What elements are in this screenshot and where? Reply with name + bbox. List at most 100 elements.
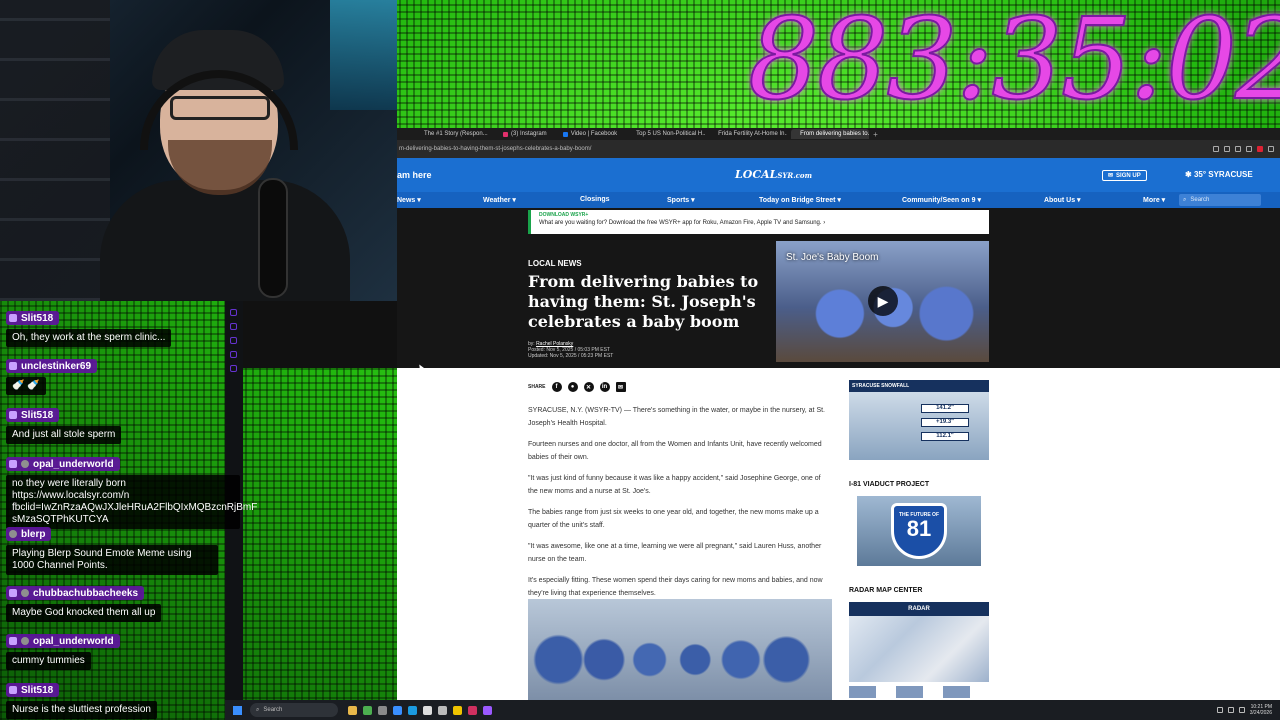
radar-label: RADAR <box>849 602 989 616</box>
profile-icon[interactable] <box>1246 146 1252 152</box>
app-icon[interactable] <box>468 705 477 715</box>
app-icon[interactable] <box>423 705 432 715</box>
search-input[interactable]: ⌕ Search <box>1179 194 1261 206</box>
taskbar-search[interactable]: ⌕ Search <box>250 703 338 717</box>
i81-promo-image[interactable]: THE FUTURE OF 81 <box>857 496 981 566</box>
badge-icon <box>21 637 29 645</box>
radar-map[interactable]: RADAR <box>849 602 989 682</box>
strip-icon[interactable] <box>230 337 237 344</box>
browser-tab[interactable]: The #1 Story (Respon... <box>415 129 493 139</box>
interstate-shield-icon: THE FUTURE OF 81 <box>891 503 947 559</box>
webcam-feed <box>0 0 397 301</box>
app-promo-banner[interactable]: DOWNLOAD WSYR+ What are you waiting for?… <box>528 210 989 234</box>
nav-closings[interactable]: Closings <box>580 196 610 203</box>
new-tab-icon[interactable]: + <box>873 130 878 139</box>
badge-icon <box>21 460 29 468</box>
strip-icon[interactable] <box>230 309 237 316</box>
username-text: Slit518 <box>21 684 54 696</box>
tab-label: Top 5 US Non-Political H... <box>636 131 706 137</box>
chat-message: chubbachubbacheeks Maybe God knocked the… <box>6 584 162 622</box>
microphone <box>258 178 288 298</box>
extension-icon[interactable] <box>1224 146 1230 152</box>
app-icon[interactable] <box>378 705 387 715</box>
article-byline: by: Rachel Polansky Posted: Nov 5, 2025 … <box>528 341 613 359</box>
network-icon[interactable] <box>1227 707 1234 713</box>
x-icon[interactable]: ✕ <box>583 382 594 392</box>
volume-icon[interactable] <box>1238 707 1245 713</box>
weather-text: 35° SYRACUSE <box>1193 170 1253 179</box>
signup-button[interactable]: ✉ SIGN UP <box>1102 170 1147 181</box>
strip-icon[interactable] <box>230 323 237 330</box>
chat-gap <box>243 301 397 368</box>
nav-bridge-street[interactable]: Today on Bridge Street ▾ <box>759 196 841 204</box>
nav-community[interactable]: Community/Seen on 9 ▾ <box>902 196 981 204</box>
app-icon[interactable] <box>483 705 492 715</box>
email-icon[interactable]: ✉ <box>615 382 626 392</box>
browser-tab[interactable]: From delivering babies to... <box>791 129 870 139</box>
xbox-icon[interactable] <box>363 705 372 715</box>
chat-username[interactable]: Slit518 <box>6 311 60 325</box>
nav-sports[interactable]: Sports ▾ <box>667 196 695 204</box>
badge-icon <box>9 362 17 370</box>
radar-heading: RADAR MAP CENTER <box>849 587 923 594</box>
header-promo[interactable]: am here <box>397 170 432 180</box>
bookmark-icon[interactable] <box>1213 146 1219 152</box>
chat-username[interactable]: opal_underworld <box>6 457 120 471</box>
radar-thumbnail[interactable] <box>896 686 923 698</box>
chat-username[interactable]: Slit518 <box>6 683 60 697</box>
url-text[interactable]: m-delivering-babies-to-having-them-st-jo… <box>399 146 591 152</box>
steam-icon[interactable] <box>408 705 417 715</box>
snowfall-ad[interactable]: SYRACUSE SNOWFALL 141.2" +19.3" 112.1" <box>849 380 989 460</box>
folder-icon[interactable] <box>348 705 357 715</box>
adblock-icon[interactable] <box>1257 146 1263 152</box>
chat-text: Playing Blerp Sound Emote Meme using 100… <box>6 545 218 575</box>
radar-thumbnails <box>849 686 970 698</box>
tab-bar: The #1 Story (Respon... (3) Instagram Vide… <box>397 128 1280 140</box>
favicon-icon <box>562 131 568 137</box>
username-text: opal_underworld <box>33 635 114 647</box>
start-icon[interactable] <box>233 705 242 715</box>
nav-weather[interactable]: Weather ▾ <box>483 196 516 204</box>
strip-icon[interactable] <box>230 351 237 358</box>
menu-icon[interactable] <box>1268 146 1274 152</box>
address-bar[interactable]: m-delivering-babies-to-having-them-st-jo… <box>397 140 1280 158</box>
article-headline: From delivering babies to having them: S… <box>528 272 759 331</box>
reddit-icon[interactable]: ● <box>567 382 578 392</box>
badge-icon <box>9 314 17 322</box>
browser-tab[interactable]: Frida Fertility At-Home In... <box>709 129 787 139</box>
play-icon[interactable]: ▶ <box>868 286 898 316</box>
radar-thumbnail[interactable] <box>849 686 876 698</box>
clock[interactable]: 10:21 PM 3/24/2026 <box>1250 704 1272 716</box>
article-category[interactable]: LOCAL NEWS <box>528 259 582 268</box>
linkedin-icon[interactable]: in <box>599 382 610 392</box>
app-icon[interactable] <box>438 705 447 715</box>
chat-username[interactable]: Slit518 <box>6 408 60 422</box>
chevron-up-icon[interactable] <box>1216 707 1223 713</box>
chat-username[interactable]: chubbachubbacheeks <box>6 586 145 600</box>
nav-news[interactable]: News ▾ <box>397 196 421 204</box>
nav-more[interactable]: More ▾ <box>1143 196 1165 204</box>
system-tray: 10:21 PM 3/24/2026 <box>1216 704 1280 716</box>
tab-label: Video | Facebook <box>570 131 618 137</box>
chat-username[interactable]: opal_underworld <box>6 634 120 648</box>
article-text: SYRACUSE, N.Y. (WSYR-TV) — There's somet… <box>528 404 828 608</box>
chat-username[interactable]: blerp <box>6 527 52 541</box>
app-icon[interactable] <box>453 705 462 715</box>
article-photo <box>528 599 832 700</box>
nav-about[interactable]: About Us ▾ <box>1044 196 1081 204</box>
video-player[interactable]: St. Joe's Baby Boom ▶ <box>776 241 989 362</box>
strip-icon[interactable] <box>230 365 237 372</box>
weather-widget[interactable]: ✱ 35° SYRACUSE <box>1185 170 1253 179</box>
browser-tab[interactable]: (3) Instagram <box>497 129 553 139</box>
browser-tab[interactable]: Video | Facebook <box>557 129 623 139</box>
download-icon[interactable] <box>1235 146 1241 152</box>
tab-label: From delivering babies to... <box>800 131 870 137</box>
badge-icon <box>9 460 17 468</box>
browser-tab[interactable]: Top 5 US Non-Political H... <box>627 129 705 139</box>
site-logo[interactable]: LOCALSYR.com <box>735 168 812 181</box>
edge-icon[interactable] <box>393 705 402 715</box>
chat-username[interactable]: unclestinker69 <box>6 359 98 373</box>
site-header: am here LOCALSYR.com ✉ SIGN UP ✱ 35° SYR… <box>397 158 1280 192</box>
facebook-icon[interactable]: f <box>551 382 562 392</box>
radar-thumbnail[interactable] <box>943 686 970 698</box>
